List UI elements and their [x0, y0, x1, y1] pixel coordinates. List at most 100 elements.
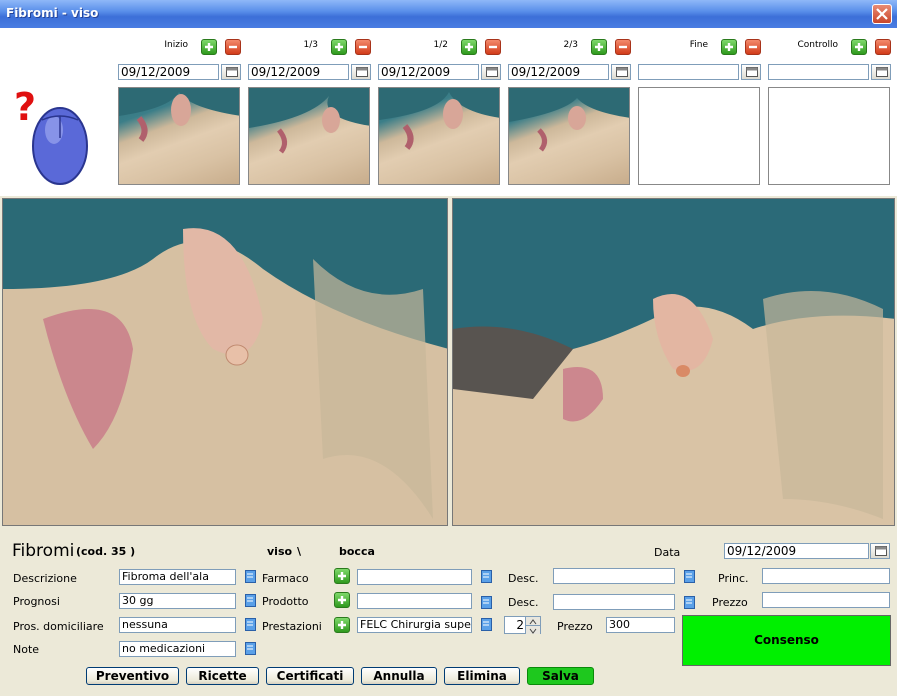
- prezzo-field-2[interactable]: 300: [606, 617, 675, 633]
- calendar-button-2-3[interactable]: [611, 64, 631, 80]
- salva-button[interactable]: Salva: [527, 667, 594, 685]
- slot-label-controllo: Controllo: [797, 40, 838, 50]
- consenso-button[interactable]: Consenso: [682, 615, 891, 666]
- chevron-down-icon: [529, 628, 537, 634]
- help-mouse-icon[interactable]: ?: [14, 86, 98, 186]
- main-photo-left[interactable]: [2, 198, 448, 526]
- princ-field[interactable]: [762, 568, 890, 584]
- remove-photo-1-3-button[interactable]: [355, 39, 371, 55]
- farmaco-label: Farmaco: [262, 572, 309, 585]
- pros-domiciliare-label: Pros. domiciliare: [13, 620, 104, 633]
- treatment-date-field[interactable]: 09/12/2009: [724, 543, 869, 559]
- preventivo-button[interactable]: Preventivo: [86, 667, 179, 685]
- note-icon[interactable]: [245, 618, 257, 631]
- note-field[interactable]: no medicazioni: [119, 641, 236, 657]
- title-bar[interactable]: Fibromi - viso: [0, 0, 897, 28]
- minus-icon: [489, 45, 497, 49]
- elimina-button[interactable]: Elimina: [444, 667, 520, 685]
- thumbnail-2-3[interactable]: [508, 87, 630, 185]
- plus-icon: [205, 43, 213, 51]
- prestazioni-label: Prestazioni: [262, 620, 322, 633]
- add-farmaco-button[interactable]: [334, 568, 350, 584]
- calendar-icon: [226, 67, 238, 77]
- date-field-fine[interactable]: [638, 64, 739, 80]
- calendar-button-inizio[interactable]: [221, 64, 241, 80]
- calendar-button-1-3[interactable]: [351, 64, 371, 80]
- calendar-button-1-2[interactable]: [481, 64, 501, 80]
- note-icon[interactable]: [684, 596, 696, 609]
- date-field-controllo[interactable]: [768, 64, 869, 80]
- face-photo: [509, 88, 629, 152]
- remove-photo-inizio-button[interactable]: [225, 39, 241, 55]
- princ-label: Princ.: [718, 572, 749, 585]
- window: Fibromi - viso ? Inizio 1/3 1/2 2/3 Fine…: [0, 0, 897, 696]
- date-field-inizio[interactable]: 09/12/2009: [118, 64, 219, 80]
- add-photo-2-3-button[interactable]: [591, 39, 607, 55]
- main-photo-right[interactable]: [452, 198, 895, 526]
- note-icon[interactable]: [245, 642, 257, 655]
- desc-field-1[interactable]: [553, 568, 675, 584]
- close-button[interactable]: [872, 4, 892, 24]
- prodotto-field[interactable]: [357, 593, 472, 609]
- treatment-code: (cod. 35 ): [76, 545, 136, 558]
- prestazioni-field[interactable]: FELC Chirurgia supe: [357, 617, 472, 633]
- data-label: Data: [654, 546, 681, 559]
- slot-label-2-3: 2/3: [563, 40, 578, 50]
- treatment-calendar-button[interactable]: [870, 543, 890, 559]
- note-icon[interactable]: [481, 596, 493, 609]
- close-icon: [876, 8, 888, 20]
- prognosi-field[interactable]: 30 gg: [119, 593, 236, 609]
- area-separator: \: [297, 545, 302, 558]
- face-photo: [379, 88, 499, 150]
- thumbnail-fine-empty[interactable]: [638, 87, 760, 185]
- slot-label-inizio: Inizio: [164, 40, 188, 50]
- pros-domiciliare-field[interactable]: nessuna: [119, 617, 236, 633]
- date-field-1-3[interactable]: 09/12/2009: [248, 64, 349, 80]
- minus-icon: [749, 45, 757, 49]
- ricette-button[interactable]: Ricette: [186, 667, 259, 685]
- remove-photo-1-2-button[interactable]: [485, 39, 501, 55]
- thumbnail-1-2[interactable]: [378, 87, 500, 185]
- remove-photo-2-3-button[interactable]: [615, 39, 631, 55]
- add-photo-controllo-button[interactable]: [851, 39, 867, 55]
- thumbnail-1-3[interactable]: [248, 87, 370, 185]
- add-photo-fine-button[interactable]: [721, 39, 737, 55]
- date-field-1-2[interactable]: 09/12/2009: [378, 64, 479, 80]
- note-icon[interactable]: [245, 594, 257, 607]
- quantity-stepper[interactable]: 2: [504, 616, 541, 634]
- add-prestazione-button[interactable]: [334, 617, 350, 633]
- note-icon[interactable]: [245, 570, 257, 583]
- calendar-icon: [486, 67, 498, 77]
- thumbnail-inizio[interactable]: [118, 87, 240, 185]
- desc-field-2[interactable]: [553, 594, 675, 610]
- remove-photo-controllo-button[interactable]: [875, 39, 891, 55]
- calendar-icon: [875, 546, 887, 556]
- certificati-button[interactable]: Certificati: [266, 667, 354, 685]
- prognosi-label: Prognosi: [13, 595, 60, 608]
- prezzo-label-2: Prezzo: [557, 620, 593, 633]
- date-field-2-3[interactable]: 09/12/2009: [508, 64, 609, 80]
- plus-icon: [338, 621, 346, 629]
- body-area: viso: [267, 545, 293, 558]
- plus-icon: [338, 572, 346, 580]
- note-icon[interactable]: [481, 618, 493, 631]
- note-icon[interactable]: [481, 570, 493, 583]
- plus-icon: [595, 43, 603, 51]
- add-prodotto-button[interactable]: [334, 592, 350, 608]
- farmaco-field[interactable]: [357, 569, 472, 585]
- desc-label-2: Desc.: [508, 596, 539, 609]
- thumbnail-controllo-empty[interactable]: [768, 87, 890, 185]
- descrizione-field[interactable]: Fibroma dell'ala: [119, 569, 236, 585]
- annulla-button[interactable]: Annulla: [361, 667, 437, 685]
- prezzo-field[interactable]: [762, 592, 890, 608]
- treatment-title: Fibromi: [12, 541, 75, 561]
- add-photo-1-3-button[interactable]: [331, 39, 347, 55]
- add-photo-inizio-button[interactable]: [201, 39, 217, 55]
- quantity-up-button[interactable]: [525, 617, 540, 625]
- quantity-down-button[interactable]: [525, 625, 540, 634]
- calendar-button-controllo[interactable]: [871, 64, 891, 80]
- add-photo-1-2-button[interactable]: [461, 39, 477, 55]
- calendar-button-fine[interactable]: [741, 64, 761, 80]
- remove-photo-fine-button[interactable]: [745, 39, 761, 55]
- note-icon[interactable]: [684, 570, 696, 583]
